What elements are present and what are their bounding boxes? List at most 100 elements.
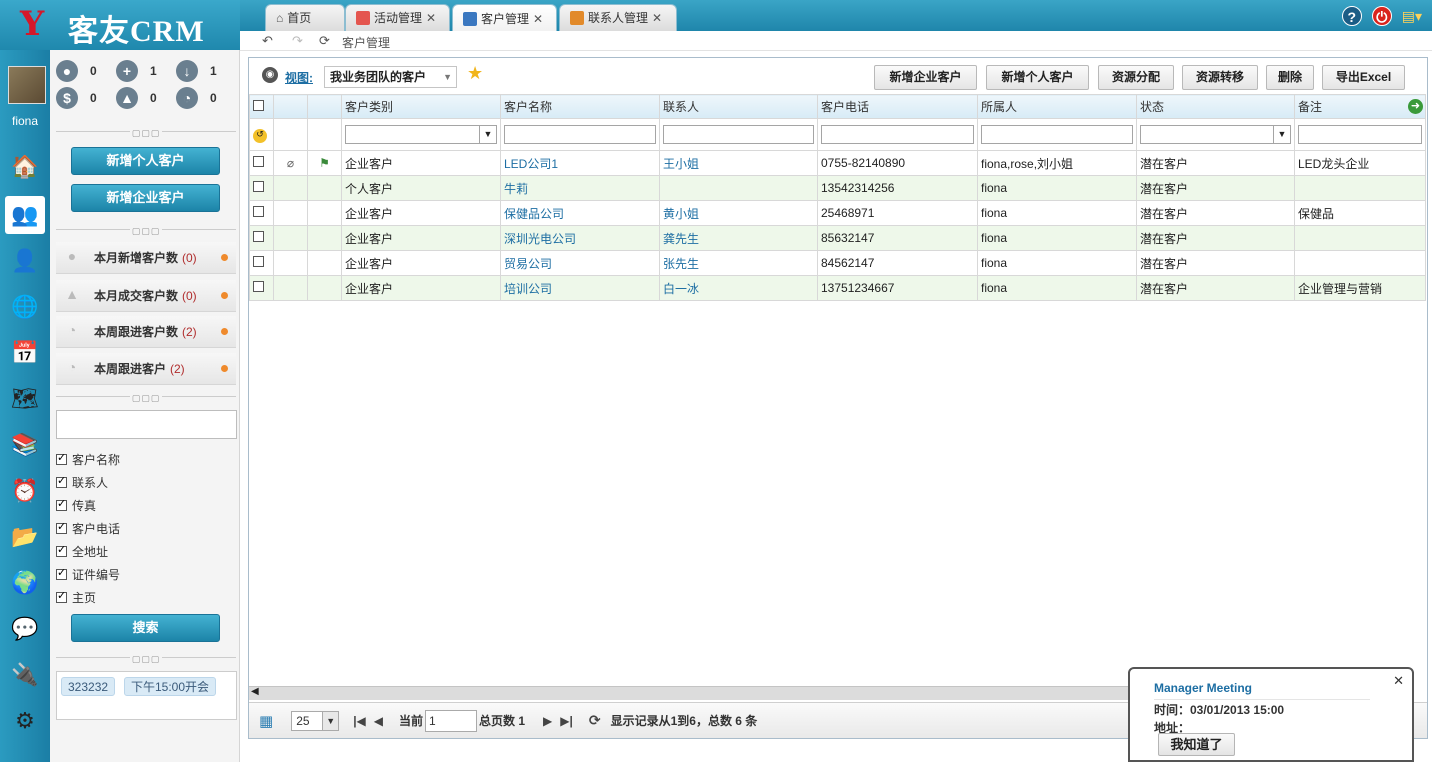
checkbox[interactable] [56,474,67,488]
usb-nav-icon[interactable]: 🔌 [5,656,45,694]
checkbox[interactable] [253,206,264,217]
add-person-customer-button[interactable]: 新增个人客户 [986,65,1089,90]
home-nav-icon[interactable]: 🏠 [5,148,45,186]
delete-button[interactable]: 删除 [1266,65,1314,90]
table-row[interactable]: ⌀ ⚑ 企业客户 LED公司1 王小姐 0755-82140890 fiona,… [249,150,1426,176]
avatar[interactable] [8,66,46,104]
search-input[interactable] [56,410,237,439]
contact-link[interactable]: 白一冰 [663,282,699,296]
clock-nav-icon[interactable]: ⏰ [5,472,45,510]
search-button[interactable]: 搜索 [71,614,220,642]
checkbox[interactable] [56,520,67,534]
row-select[interactable] [249,175,274,201]
count-row-deal-month[interactable]: ▲ 本月成交客户数 (0) [56,280,236,312]
layers-nav-icon[interactable]: 📚 [5,426,45,464]
contact-link[interactable]: 龚先生 [663,232,699,246]
tab-home[interactable]: ⌂ 首页 [265,4,345,31]
filter-contact-input[interactable] [663,125,814,144]
filter-contact[interactable]: 联系人 [56,474,108,491]
table-row[interactable]: 企业客户 深圳光电公司 龚先生 85632147 fiona 潜在客户 [249,225,1426,251]
row-select[interactable] [249,200,274,226]
last-page-icon[interactable]: ▶| [560,714,573,728]
customer-link[interactable]: 贸易公司 [504,257,552,271]
filter-owner-input[interactable] [981,125,1133,144]
add-person-button[interactable]: 新增个人客户 [71,147,220,175]
table-row[interactable]: 企业客户 贸易公司 张先生 84562147 fiona 潜在客户 [249,250,1426,276]
add-column-icon[interactable]: ➜ [1408,99,1423,114]
tab-customer[interactable]: 客户管理 ✕ [452,4,557,32]
filter-fax[interactable]: 传真 [56,497,96,514]
checkbox[interactable] [253,181,264,192]
assign-resource-button[interactable]: 资源分配 [1098,65,1174,90]
col-owner[interactable]: 所属人 [977,94,1137,119]
first-page-icon[interactable]: |◀ [353,714,366,728]
customer-link[interactable]: 保健品公司 [504,207,564,221]
col-note[interactable]: 备注 ➜ [1294,94,1426,119]
view-select[interactable]: 我业务团队的客户 ▼ [324,66,457,88]
checkbox[interactable] [56,566,67,580]
filter-homepage[interactable]: 主页 [56,589,96,606]
table-row[interactable]: 企业客户 培训公司 白一冰 13751234667 fiona 潜在客户 企业管… [249,275,1426,301]
checkbox[interactable] [56,543,67,557]
grid-icon[interactable]: ▦ [259,712,273,730]
checkbox[interactable] [253,256,264,267]
globe-nav-icon[interactable]: 🌐 [5,288,45,326]
power-icon[interactable]: ⏻ [1371,6,1392,26]
map-nav-icon[interactable]: 🗺 [5,380,45,418]
filter-type-select[interactable]: ▼ [345,125,497,144]
tag[interactable]: 下午15:00开会 [124,677,217,696]
customer-link[interactable]: 培训公司 [504,282,552,296]
add-company-customer-button[interactable]: 新增企业客户 [874,65,977,90]
contact-nav-icon[interactable]: 👤 [5,242,45,280]
checkbox[interactable] [253,281,264,292]
count-row-new-month[interactable]: ● 本月新增客户数 (0) [56,242,236,274]
checkbox[interactable] [253,231,264,242]
add-company-button[interactable]: 新增企业客户 [71,184,220,212]
attachment-icon[interactable]: ⌀ [273,150,308,176]
flag-icon[interactable]: ⚑ [307,150,342,176]
customers-nav-icon[interactable]: 👥 [5,196,45,234]
row-select[interactable] [249,225,274,251]
close-icon[interactable]: ✕ [426,6,436,30]
refresh-icon[interactable]: ⟳ [319,33,330,49]
row-select[interactable] [249,250,274,276]
col-name[interactable]: 客户名称 [500,94,660,119]
col-contact[interactable]: 联系人 [659,94,818,119]
row-select[interactable] [249,275,274,301]
filter-customer-name[interactable]: 客户名称 [56,451,120,468]
checkbox[interactable] [56,451,67,465]
prev-page-icon[interactable]: ◀ [374,714,383,728]
help-icon[interactable]: ? [1341,6,1362,26]
checkbox[interactable] [56,497,67,511]
theme-icon[interactable]: ▤▾ [1402,8,1422,25]
filter-status-select[interactable]: ▼ [1140,125,1291,144]
filter-address[interactable]: 全地址 [56,543,108,560]
contact-link[interactable]: 张先生 [663,257,699,271]
earth-nav-icon[interactable]: 🌍 [5,564,45,602]
customer-link[interactable]: 深圳光电公司 [504,232,576,246]
tag[interactable]: 323232 [61,677,116,696]
contact-link[interactable]: 黄小姐 [663,207,699,221]
acknowledge-button[interactable]: 我知道了 [1158,733,1235,756]
filter-phone[interactable]: 客户电话 [56,520,120,537]
contact-link[interactable]: 王小姐 [663,157,699,171]
back-icon[interactable]: ↶ [262,33,273,49]
select-all-cell[interactable] [249,94,274,119]
next-page-icon[interactable]: ▶ [543,714,552,728]
filter-id[interactable]: 证件编号 [56,566,120,583]
star-icon[interactable]: ★ [467,63,483,84]
tab-activity[interactable]: 活动管理 ✕ [345,4,450,31]
current-page-input[interactable]: 1 [425,709,478,732]
folder-nav-icon[interactable]: 📂 [5,518,45,556]
count-row-follow-customer[interactable]: ◔ 本周跟进客户 (2) [56,353,236,385]
checkbox[interactable] [253,99,264,111]
chat-nav-icon[interactable]: 💬 [5,610,45,648]
count-row-follow-week[interactable]: ◔ 本周跟进客户数 (2) [56,316,236,348]
filter-note-input[interactable] [1298,125,1422,144]
tab-contacts[interactable]: 联系人管理 ✕ [559,4,677,31]
close-icon[interactable]: ✕ [652,6,662,30]
close-icon[interactable]: ✕ [533,7,543,31]
table-row[interactable]: 个人客户 牛莉 13542314256 fiona 潜在客户 [249,175,1426,201]
filter-name-input[interactable] [504,125,656,144]
checkbox[interactable] [56,589,67,603]
